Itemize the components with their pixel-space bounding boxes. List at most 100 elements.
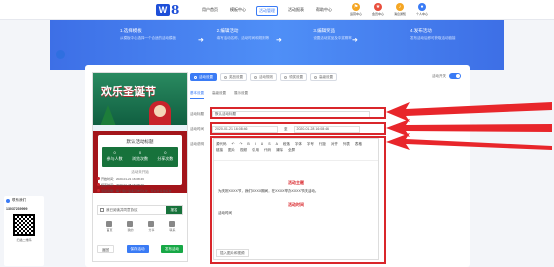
tab-label: 活动规则	[259, 75, 273, 79]
radio-icon	[254, 75, 257, 79]
brand-logo[interactable]: W 8	[156, 3, 179, 17]
logo-mark: W	[156, 4, 170, 16]
highlight-box	[210, 122, 386, 135]
stat-label: 分享次数	[157, 156, 174, 161]
shortcut-contact[interactable]: 联系	[169, 221, 176, 232]
agree-checkbox[interactable]	[100, 208, 104, 212]
stat-participants: 0 参与人数	[102, 147, 127, 167]
phone-preview: 欢乐圣诞节 默认活动标题 0 参与人数 0 浏览次数 0 分享次数 活动未开始 开始时…	[92, 72, 188, 262]
shortcut-home[interactable]: 首页	[106, 221, 113, 232]
stat-value: 0	[164, 150, 167, 155]
sub-tabs: 基本设置 高级设置 展示设置	[190, 91, 256, 99]
tab-prize-settings[interactable]: 奖品设置	[220, 73, 247, 81]
radio-icon	[224, 75, 227, 79]
info-text: 活动说明：每个用户最多可参与1次，可以分享给好友	[101, 189, 172, 193]
nav-ops[interactable]: ⚑ 运营中心	[345, 3, 367, 16]
shortcut-label: 首页	[106, 228, 113, 232]
bell-icon: ♪	[396, 3, 404, 11]
subtab-display[interactable]: 展示设置	[234, 91, 248, 99]
activity-status: 活动未开始	[131, 170, 149, 174]
nav-user[interactable]: ● 个人中心	[411, 3, 433, 16]
toggle-label: 活动开关	[432, 73, 446, 78]
step-list: 1.选择模板 从模板中心选择一个合适的活动模板 2.编辑活动 填写活动名称、活动时间…	[120, 28, 480, 41]
nav-link-help[interactable]: 帮助中心	[314, 6, 334, 16]
step-desc: 从模板中心选择一个合适的活动模板	[120, 36, 176, 40]
publish-activity-button[interactable]: 发布活动	[161, 245, 183, 253]
join-button[interactable]: 报名	[166, 206, 182, 214]
agree-label: 我已阅读并同意协议	[106, 207, 138, 212]
subtab-advanced[interactable]: 高级设置	[212, 91, 226, 99]
step-arrow-icon: ➜	[276, 37, 282, 44]
stats-grid: 0 参与人数 0 浏览次数 0 分享次数	[102, 147, 178, 167]
bullet-icon	[97, 177, 100, 180]
step-desc: 设置活动奖品及中奖概率	[313, 36, 352, 40]
logo-number: 8	[171, 3, 180, 17]
highlight-box	[210, 107, 386, 119]
bullet-icon	[97, 189, 100, 192]
tab-label: 领奖设置	[289, 75, 303, 79]
radio-icon	[314, 75, 317, 79]
join-row: 我已阅读并同意协议 报名	[97, 205, 183, 215]
star-icon: ★	[374, 3, 382, 11]
step-arrow-icon: ➜	[352, 37, 358, 44]
contact-panel: 联系我们 13037239999 扫描二维码	[4, 196, 44, 266]
back-button[interactable]: 返回	[97, 245, 114, 253]
preview-actions: 返回 保存活动 发布活动	[93, 245, 187, 257]
nav-icons: ⚑ 运营中心 ★ 会员中心 ♪ 消息通知 ● 个人中心	[345, 3, 433, 16]
nav-link-activity[interactable]: 活动管理	[256, 6, 278, 16]
radio-icon	[284, 75, 287, 79]
tab-label: 高级设置	[319, 75, 333, 79]
stat-shares: 0 分享次数	[153, 147, 178, 167]
red-arrow-icon	[386, 102, 552, 122]
nav-links: 用户首页 模板中心 活动管理 活动报表 帮助中心	[200, 6, 342, 16]
nav-link-report[interactable]: 活动报表	[286, 6, 306, 16]
step-4: 4.发布活动 发布活动后即可获取活动链接	[410, 28, 480, 41]
step-title: 4.发布活动	[409, 28, 432, 33]
shortcut-label: 我的	[127, 228, 134, 232]
steps-banner: 1.选择模板 从模板中心选择一个合适的活动模板 2.编辑活动 填写活动名称、活动时间…	[50, 20, 504, 70]
nav-member[interactable]: ★ 会员中心	[367, 3, 389, 16]
title-label: 活动标题	[190, 111, 204, 116]
tab-label: 奖品设置	[229, 75, 243, 79]
time-label: 活动时间	[190, 126, 204, 131]
step-arrow-icon: ➜	[198, 37, 204, 44]
stat-value: 0	[113, 150, 116, 155]
contact-title-text: 联系我们	[12, 198, 26, 202]
christmas-banner: 欢乐圣诞节	[93, 73, 187, 131]
step-title: 3.编辑奖品	[313, 28, 336, 33]
shortcut-label: 联系	[169, 228, 176, 232]
contact-title: 联系我们	[6, 198, 42, 203]
user-icon: ●	[418, 3, 426, 11]
shortcut-mine[interactable]: 我的	[127, 221, 134, 232]
info-text: 开始时间：2020-01-21 16:08:46	[101, 177, 144, 181]
flag-icon: ⚑	[352, 3, 360, 11]
activity-title: 默认活动标题	[126, 139, 154, 144]
qr-caption: 扫描二维码	[16, 238, 32, 242]
tab-claim[interactable]: 领奖设置	[280, 73, 307, 81]
red-arrow-icon	[386, 133, 552, 150]
stat-label: 浏览次数	[131, 156, 148, 161]
nav-link-templates[interactable]: 模板中心	[228, 6, 248, 16]
shortcut-share[interactable]: 分享	[148, 221, 155, 232]
stat-value: 0	[138, 150, 142, 155]
phone-icon	[6, 198, 10, 203]
shortcut-label: 分享	[148, 228, 155, 232]
qr-code	[13, 214, 35, 236]
step-title: 1.选择模板	[120, 28, 142, 33]
user-icon	[127, 221, 134, 227]
tab-advanced[interactable]: 高级设置	[310, 73, 337, 81]
red-arrows	[386, 102, 552, 150]
contact-phone: 13037239999	[6, 207, 28, 211]
top-navigation: W 8 用户首页 模板中心 活动管理 活动报表 帮助中心 ⚑ 运营中心 ★ 会员中心…	[0, 0, 554, 20]
tab-activity-settings[interactable]: 活动设置	[190, 73, 217, 81]
toggle-switch[interactable]	[449, 73, 461, 79]
nav-link-home[interactable]: 用户首页	[200, 6, 220, 16]
save-activity-button[interactable]: 保存活动	[126, 245, 149, 253]
nav-notify[interactable]: ♪ 消息通知	[389, 3, 411, 16]
tab-label: 活动设置	[199, 75, 213, 79]
desc-label: 活动说明	[190, 141, 204, 146]
subtab-basic[interactable]: 基本设置	[190, 91, 204, 99]
tab-rules[interactable]: 活动规则	[250, 73, 277, 81]
highlight-box	[210, 136, 386, 264]
info-line: 活动说明：每个用户最多可参与1次，可以分享给好友	[97, 189, 181, 193]
